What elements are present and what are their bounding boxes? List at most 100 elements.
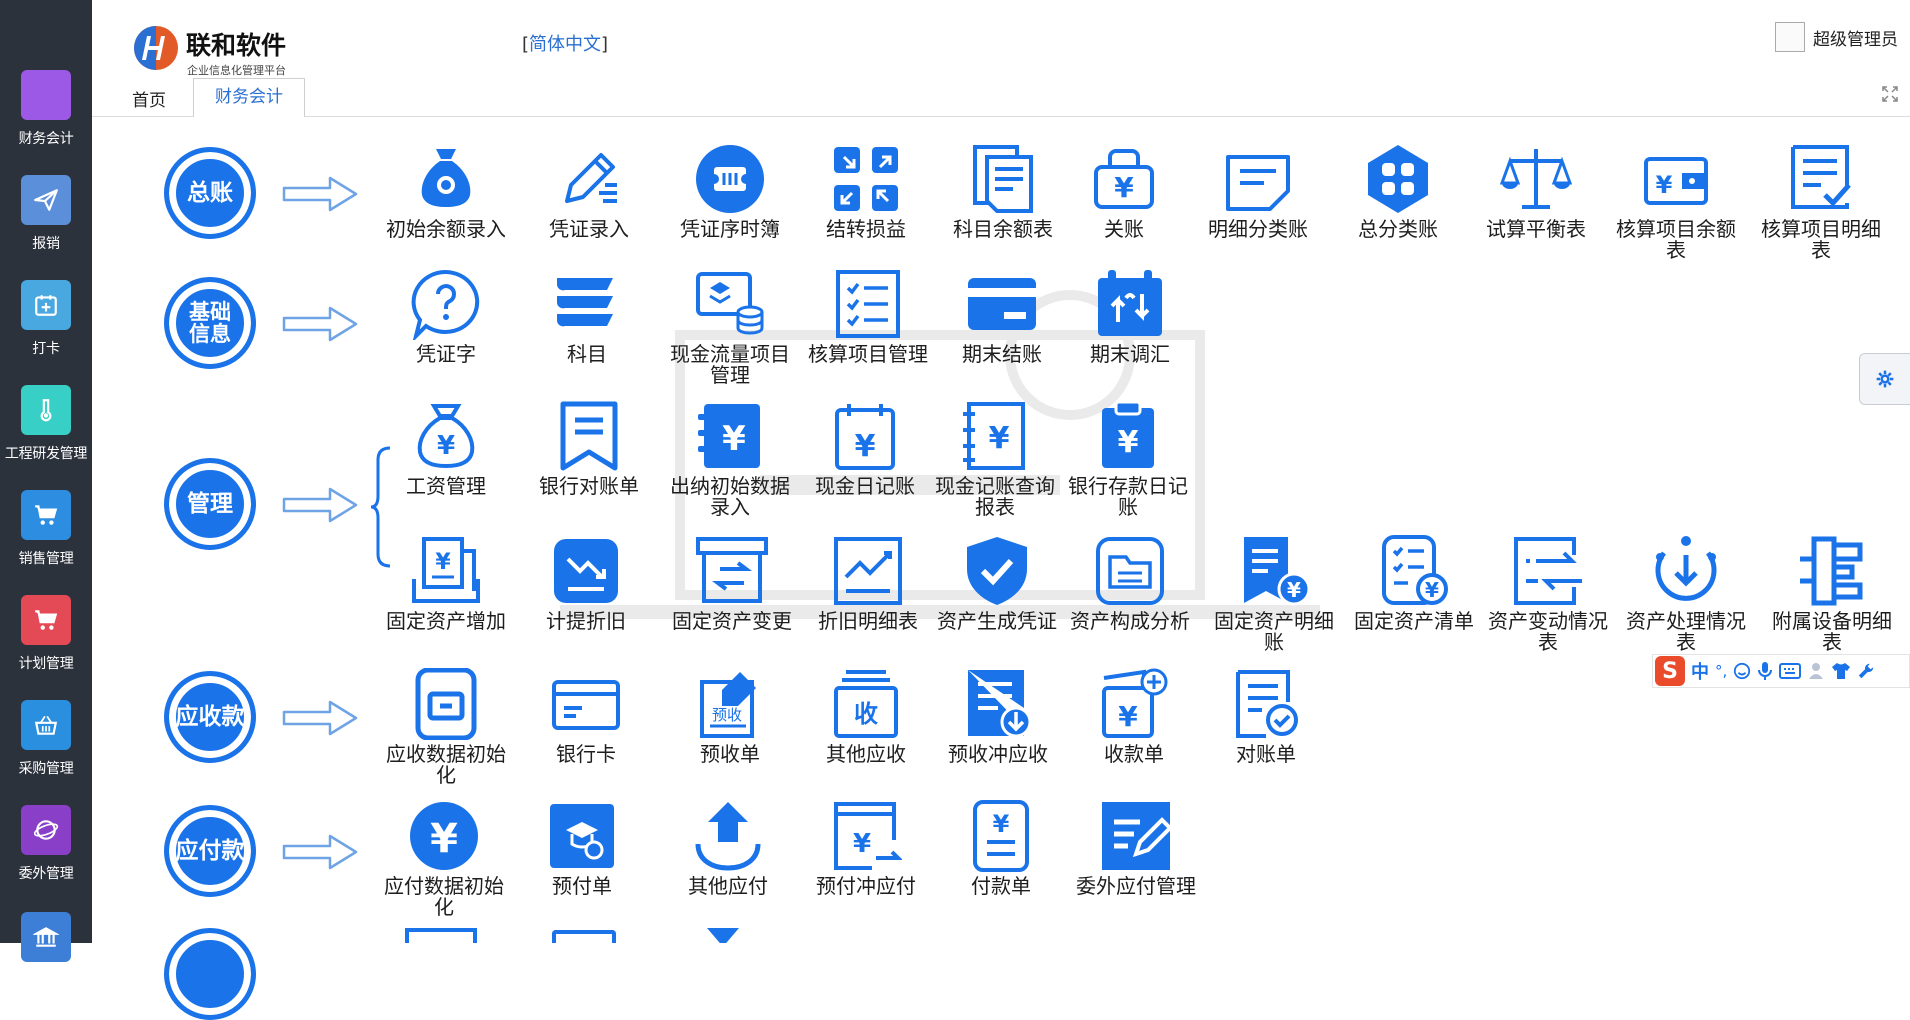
- app-cashflow-item[interactable]: 现金流量项目管理: [662, 268, 798, 386]
- app-statement[interactable]: 对账单: [1198, 668, 1334, 765]
- app-other-payable[interactable]: 其他应付: [660, 800, 796, 897]
- app-asset-disposal[interactable]: 资产处理情况表: [1618, 535, 1754, 653]
- wrench-icon[interactable]: [1857, 662, 1875, 680]
- clipboard-yen-icon: ¥: [1092, 400, 1164, 472]
- app-period-close[interactable]: 期末结账: [934, 268, 1070, 365]
- app-cash-journal[interactable]: ¥ 现金日记账: [797, 400, 933, 497]
- category-receivable[interactable]: 应收款: [164, 671, 256, 763]
- app-asset-movement[interactable]: 资产变动情况表: [1480, 535, 1616, 653]
- wallet-yen-icon: ¥: [1640, 143, 1712, 215]
- app-asset-ledger[interactable]: ¥ 固定资产明细账: [1206, 535, 1342, 653]
- tab-home[interactable]: 首页: [132, 86, 166, 111]
- app-cash-query[interactable]: ¥ 现金记账查询报表: [927, 400, 1063, 518]
- app-cashier-init[interactable]: ¥ 出纳初始数据录入: [662, 400, 798, 518]
- app-payment[interactable]: ¥ 付款单: [933, 800, 1069, 897]
- category-payable[interactable]: 应付款: [164, 805, 256, 897]
- app-outsource-payable[interactable]: 委外应付管理: [1068, 800, 1204, 897]
- app-period-exchange[interactable]: 期末调汇: [1062, 268, 1198, 365]
- app-voucher-word[interactable]: 凭证字: [378, 268, 514, 365]
- app-bank-card[interactable]: 银行卡: [518, 668, 654, 765]
- sidebar-item-finance[interactable]: 财务会计: [0, 70, 92, 148]
- category-general-ledger[interactable]: 总账: [164, 147, 256, 239]
- app-trial-balance[interactable]: 试算平衡表: [1468, 143, 1604, 240]
- app-receipt[interactable]: ¥ 收款单: [1066, 668, 1202, 765]
- app-depreciation-detail[interactable]: 折旧明细表: [800, 535, 936, 632]
- receipt-icon: [553, 400, 625, 472]
- sidebar-item-reimburse[interactable]: 报销: [0, 175, 92, 253]
- ledger-yen-icon: ¥: [959, 400, 1031, 472]
- smile-icon[interactable]: [1733, 662, 1751, 680]
- app-label: 出纳初始数据录入: [670, 474, 790, 519]
- app-asset-add[interactable]: ¥ 固定资产增加: [378, 535, 514, 632]
- app-general-ledger[interactable]: 总分类账: [1330, 143, 1466, 240]
- app-label: 现金记账查询报表: [935, 474, 1055, 519]
- doc-yen-lines-icon: ¥: [965, 800, 1037, 872]
- category-basic-info[interactable]: 基础信息: [164, 277, 256, 369]
- app-voucher-journal[interactable]: 凭证序时簿: [662, 143, 798, 240]
- app-label: 核算项目余额表: [1616, 217, 1736, 262]
- shirt-icon[interactable]: [1831, 662, 1851, 680]
- app-prereceipt-offset[interactable]: 预收冲应收: [930, 668, 1066, 765]
- category-more[interactable]: [164, 928, 256, 1020]
- user-menu[interactable]: 超级管理员: [1775, 22, 1898, 52]
- app-label: 固定资产清单: [1354, 609, 1474, 633]
- app-label: 预收冲应收: [948, 742, 1048, 766]
- app-label: 收款单: [1104, 742, 1164, 766]
- ime-punctuation[interactable]: °,: [1715, 662, 1727, 680]
- sogou-logo-icon[interactable]: S: [1655, 656, 1685, 686]
- keyboard-icon[interactable]: [1779, 663, 1802, 679]
- app-asset-change[interactable]: 固定资产变更: [664, 535, 800, 632]
- app-depreciation[interactable]: 计提折旧: [518, 535, 654, 632]
- app-label: 结转损益: [826, 217, 906, 241]
- sidebar-item-purchase[interactable]: 采购管理: [0, 700, 92, 778]
- app-label: 科目余额表: [953, 217, 1053, 241]
- app-project-management[interactable]: 核算项目管理: [800, 268, 936, 365]
- app-asset-list[interactable]: ¥ 固定资产清单: [1346, 535, 1482, 632]
- tab-finance[interactable]: 财务会计: [193, 78, 305, 118]
- settings-button[interactable]: [1859, 353, 1910, 405]
- app-salary[interactable]: ¥ 工资管理: [378, 400, 514, 497]
- ime-toolbar[interactable]: S 中 °,: [1652, 654, 1910, 688]
- sidebar-item-bank[interactable]: [0, 912, 92, 962]
- svg-text:¥: ¥: [1118, 700, 1138, 733]
- app-account-balance[interactable]: 科目余额表: [935, 143, 1071, 240]
- app-project-detail[interactable]: 核算项目明细表: [1753, 143, 1889, 261]
- app-bank-statement[interactable]: 银行对账单: [521, 400, 657, 497]
- app-receivable-init[interactable]: 应收数据初始化: [378, 668, 514, 786]
- expand-icon[interactable]: [1882, 86, 1898, 107]
- language-link[interactable]: 简体中文: [529, 34, 601, 55]
- person-icon[interactable]: [1807, 661, 1825, 681]
- app-asset-analysis[interactable]: 资产构成分析: [1062, 535, 1198, 632]
- app-label: 银行存款日记账: [1068, 474, 1188, 519]
- app-payable-init[interactable]: ¥ 应付数据初始化: [376, 800, 512, 918]
- sidebar-item-sales[interactable]: 销售管理: [0, 490, 92, 568]
- ime-language[interactable]: 中: [1691, 658, 1709, 684]
- app-subject[interactable]: 科目: [519, 268, 655, 365]
- app-prepay-offset[interactable]: ¥ 预付冲应付: [798, 800, 934, 897]
- sidebar-item-checkin[interactable]: 打卡: [0, 280, 92, 358]
- user-name[interactable]: 超级管理员: [1813, 25, 1898, 50]
- sidebar-item-engineering[interactable]: 工程研发管理: [0, 385, 92, 463]
- app-project-balance[interactable]: ¥ 核算项目余额表: [1608, 143, 1744, 261]
- app-equipment-detail[interactable]: 附属设备明细表: [1764, 535, 1900, 653]
- app-close-period[interactable]: ¥ 关账: [1056, 143, 1192, 240]
- mic-icon[interactable]: [1757, 661, 1773, 681]
- arrow-icon: [282, 487, 358, 523]
- app-label: 资产构成分析: [1070, 609, 1190, 633]
- app-label: 应付数据初始化: [384, 874, 504, 919]
- app-label: 期末调汇: [1090, 342, 1170, 366]
- app-other-receivable[interactable]: 收 其他应收: [798, 668, 934, 765]
- app-asset-voucher[interactable]: 资产生成凭证: [929, 535, 1065, 632]
- app-voucher-entry[interactable]: 凭证录入: [521, 143, 657, 240]
- category-management[interactable]: 管理: [164, 458, 256, 550]
- app-prepayment[interactable]: 预付单: [514, 800, 650, 897]
- app-bank-journal[interactable]: ¥ 银行存款日记账: [1060, 400, 1196, 518]
- sidebar-item-plan[interactable]: 计划管理: [0, 595, 92, 673]
- app-pre-receipt[interactable]: 预收 预收单: [662, 668, 798, 765]
- app-detail-ledger[interactable]: 明细分类账: [1190, 143, 1326, 240]
- doc-yen-icon: ¥: [1238, 535, 1310, 607]
- avatar[interactable]: [1775, 22, 1805, 52]
- sidebar-item-outsource[interactable]: 委外管理: [0, 805, 92, 883]
- app-initial-balance[interactable]: 初始余额录入: [378, 143, 514, 240]
- app-carry-forward[interactable]: 结转损益: [798, 143, 934, 240]
